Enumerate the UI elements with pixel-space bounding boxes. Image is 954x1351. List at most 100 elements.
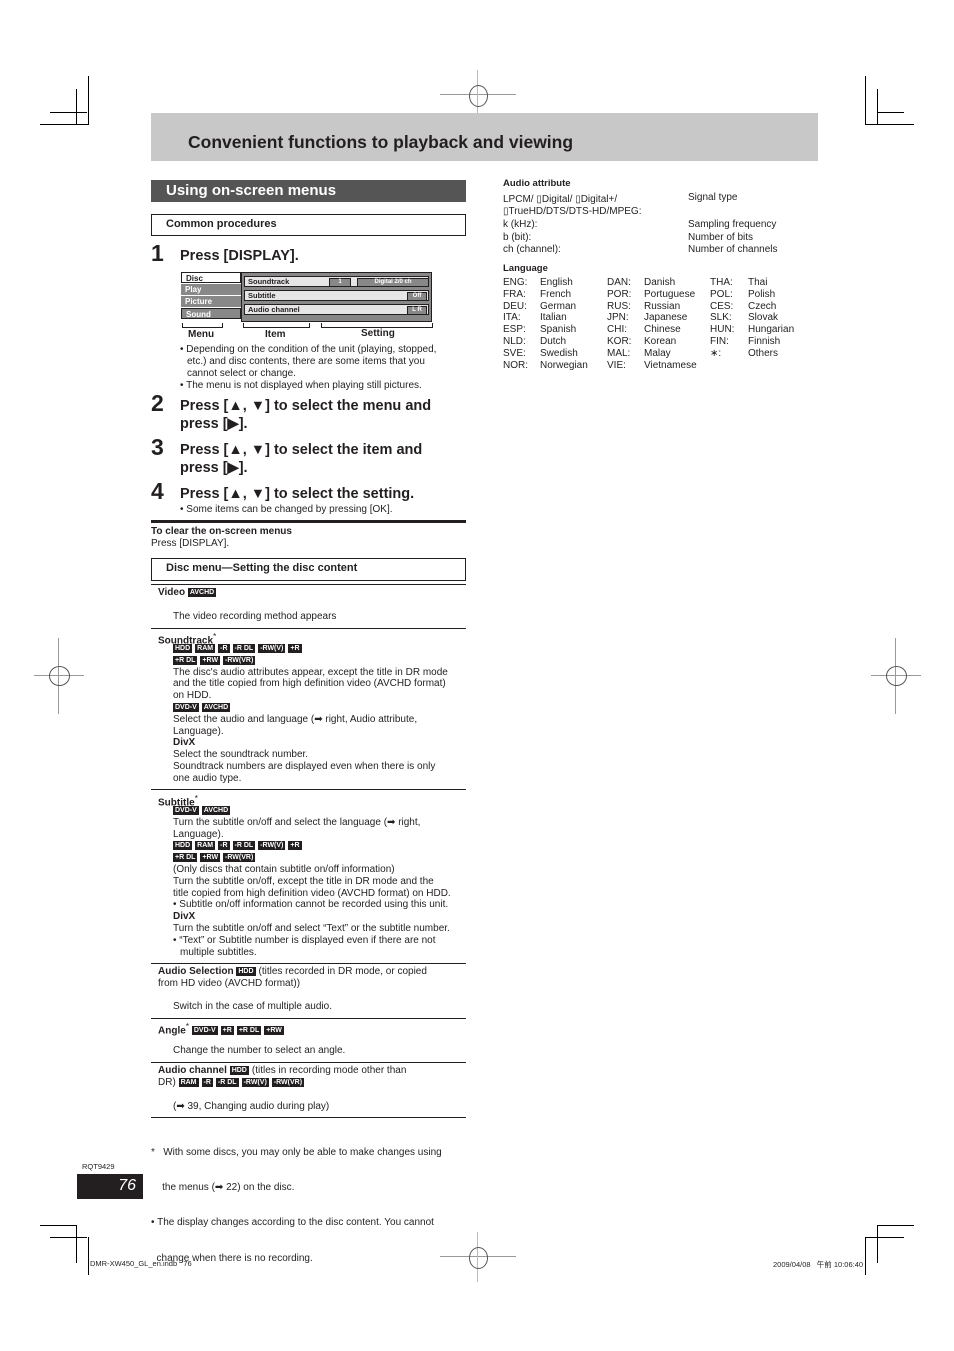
common-procedures-label: Common procedures [166,218,277,230]
attr-row: k (kHz): Sampling frequency [503,219,823,232]
attr-key: b (bit): [503,231,532,243]
footer-timestamp: 2009/04/08 午前 10:06:40 [773,1260,864,1269]
attr-value: Number of bits [688,231,754,243]
page-title-band: Convenient functions to playback and vie… [151,113,818,161]
osd-menu-picture[interactable]: Picture [181,296,241,307]
footnotes: * With some discs, you may only be able … [151,1123,466,1276]
divider [151,789,466,790]
text-line: from HD video (AVCHD format)) [158,977,301,989]
disc-badge: DVD-V [191,1026,218,1036]
onscreen-menu-illustration: Disc Play Picture Sound Soundtrack 1 Dig… [181,272,432,322]
disc-badge: -RW(VR) [223,655,256,665]
osd-menu-disc[interactable]: Disc [181,272,241,283]
disc-badge: -RW(V) [258,644,286,653]
language-code: ITA: [503,312,521,324]
language-code: CHI: [607,324,627,336]
language-name: Others [748,347,779,359]
disc-badge: +R DL [173,655,198,665]
entry-audio-channel: Audio channel HDD (titles in recording mo… [158,1065,463,1089]
attr-row: LPCM/ ▯Digital/ ▯Digital+/ Signal type [503,192,823,206]
osd-menu-sound[interactable]: Sound [181,308,241,319]
text-line: multiple subtitles. [180,946,257,958]
common-procedures-box: Common procedures [151,214,466,236]
entry-text: The video recording method appears [173,611,337,622]
step-number: 3 [151,434,164,460]
bracket [243,323,310,328]
text-line: DR) [158,1076,176,1088]
disc-badge: -R DL [232,644,256,653]
badge-row: DVD-V AVCHD [173,702,468,714]
page-number-tab: 76 [77,1174,143,1199]
attr-key: ▯TrueHD/DTS/DTS-HD/MPEG: [503,206,642,217]
text-line: Select the soundtrack number. [173,749,309,761]
osd-value: 1 [329,278,351,287]
disc-badge: RAM [195,644,216,653]
divider [151,1117,466,1118]
language-code: JPN: [607,312,629,324]
crop-mark [50,1237,87,1238]
text-line: Language). [173,828,224,840]
osd-item-soundtrack[interactable]: Soundtrack 1 Digital 2/0 ch [244,276,429,287]
attr-value: Number of channels [688,244,778,255]
crop-mark [877,89,878,125]
crop-mark [40,1225,76,1226]
note-line: • Depending on the condition of the unit… [180,344,437,355]
entry-title: Video [158,587,186,598]
step-text-line: press [▶]. [180,460,248,476]
text-line: Turn the subtitle on/off and select the … [173,816,421,828]
soundtrack-body: HDD RAM -R -R DL -RW(V) +R +R DL +RW -RW(VR) Th… [173,643,468,785]
language-code: SVE: [503,347,526,359]
disc-badge: -R DL [232,841,256,851]
audio-attribute-title: Audio attribute [503,178,571,189]
language-code: FIN: [710,336,729,347]
note-line: • The menu is not displayed when playing… [180,380,422,391]
language-name: Finnish [748,336,781,347]
divider [151,1062,466,1063]
step-text-line: Press [▲, ▼] to select the item and [180,442,423,458]
divx-label: DivX [173,911,196,923]
osd-item-label: Audio channel [248,305,300,314]
disc-badge: -R DL [215,1077,239,1087]
language-code: KOR: [607,336,632,347]
language-name: Dutch [540,336,567,347]
text-line: • Subtitle on/off information cannot be … [173,899,449,911]
language-code: POL: [710,288,733,300]
language-code: ESP: [503,324,526,336]
entry-title: Audio Selection [158,966,234,977]
crop-mark [40,124,88,125]
disc-badge: DVD-V [173,702,199,712]
crop-mark [76,89,77,125]
language-name: Italian [540,312,567,324]
text-line: Turn the subtitle on/off, except the tit… [173,875,434,887]
step-text-line: press [▶]. [180,416,248,432]
disc-badge: AVCHD [201,702,231,712]
osd-value: L R [407,306,427,315]
step-number: 1 [151,240,164,266]
language-name: Slovak [748,312,779,324]
step1-notes: • Depending on the condition of the unit… [180,344,470,392]
text-line: and the title copied from high definitio… [173,678,446,690]
language-code: HUN: [710,324,735,336]
attr-key: k (kHz): [503,219,538,230]
osd-item-audio-channel[interactable]: Audio channel L R [244,304,429,315]
text-line: Soundtrack numbers are displayed even wh… [173,760,436,772]
registration-mark-icon [871,638,921,714]
badge-row: +R DL +RW -RW(VR) [173,852,468,864]
entry-title: Angle [158,1025,186,1037]
disc-badge: +R DL [173,853,198,863]
language-code: CES: [710,300,734,312]
disc-badge: +RW [264,1026,284,1036]
crop-mark [866,124,914,125]
disc-badge: +RW [200,655,221,665]
language-code: NOR: [503,359,528,371]
disc-badge: -RW(V) [241,1077,269,1087]
divider [151,628,466,629]
text-line: (titles recorded in DR mode, or copied [258,966,427,977]
osd-menu-play[interactable]: Play [181,284,241,295]
osd-item-subtitle[interactable]: Subtitle Off [244,290,429,301]
caption-menu: Menu [188,329,215,340]
text-line: title copied from high definition video … [173,887,451,899]
text-line: Turn the subtitle on/off and select “Tex… [173,922,450,934]
page-number: 76 [118,1177,136,1194]
language-title: Language [503,263,548,274]
